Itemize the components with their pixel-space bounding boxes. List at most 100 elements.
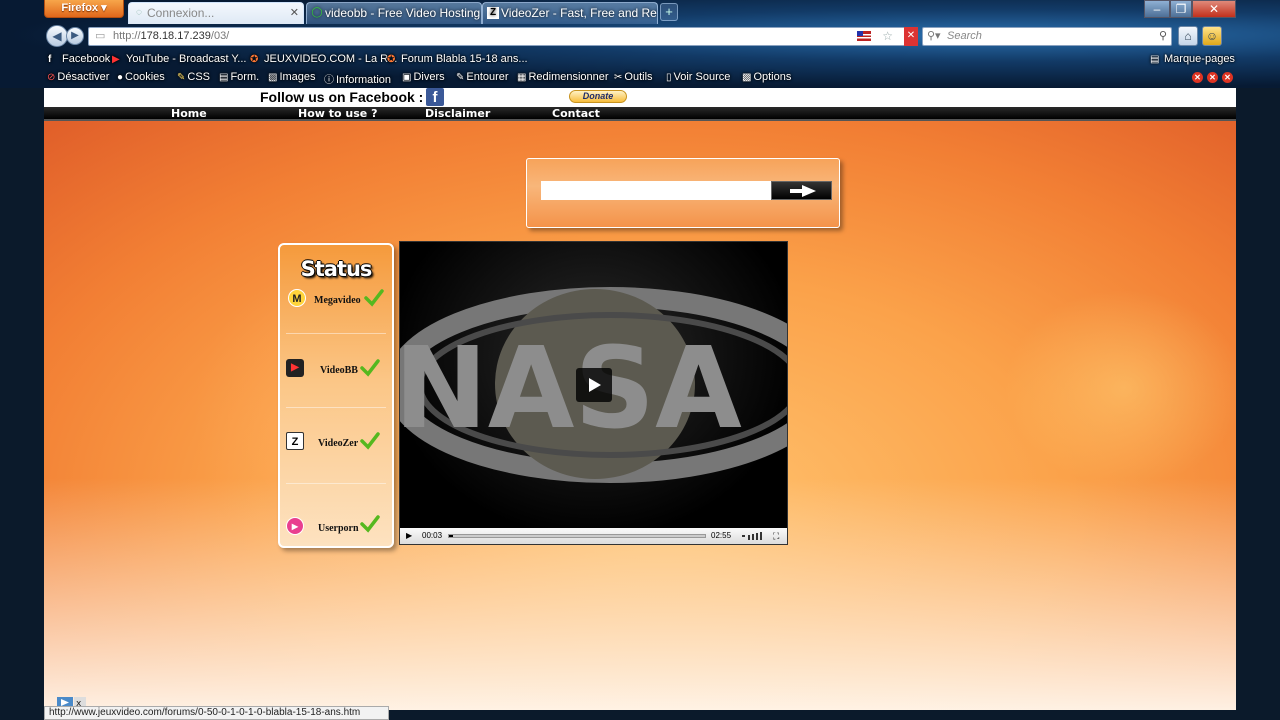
- toolbar-label: CSS: [187, 71, 211, 83]
- tab-videobb[interactable]: ◯ videobb - Free Video Hosting...: [306, 2, 482, 24]
- search-placeholder: Search: [947, 30, 982, 42]
- facebook-bar: Follow us on Facebook : f Donate: [44, 88, 1236, 107]
- search-icon[interactable]: ⚲: [1159, 28, 1167, 45]
- fullscreen-icon[interactable]: ⛶: [773, 528, 779, 544]
- tab-title: Connexion...: [147, 6, 215, 20]
- bookmarks-menu[interactable]: ▤ Marque-pages: [1150, 53, 1235, 65]
- player-controls: ▶ 00:03 02:55 ⛶: [400, 528, 787, 544]
- close-tab-icon[interactable]: ✕: [290, 3, 299, 23]
- host-row-videozer: Z VideoZer: [280, 432, 392, 462]
- home-button[interactable]: ⌂: [1178, 26, 1198, 46]
- webdev-outline[interactable]: ✎ Entourer: [456, 71, 509, 83]
- back-arrow-icon: ◀: [52, 29, 62, 43]
- webdev-form[interactable]: ▤ Form.: [219, 71, 259, 83]
- info-icon: ⓘ: [324, 75, 334, 86]
- tools-icon: ✂: [614, 72, 623, 83]
- video-frame[interactable]: NASA: [400, 242, 787, 528]
- check-icon: [360, 359, 380, 377]
- smiley-icon: ☺: [1205, 29, 1219, 43]
- host-name: VideoZer: [318, 438, 359, 449]
- videozer-icon: Z: [487, 7, 499, 19]
- window-right-margin: [1236, 88, 1280, 720]
- host-row-videobb: ▶ VideoBB: [280, 359, 392, 389]
- webdev-cookies[interactable]: ● Cookies: [117, 71, 165, 83]
- donate-button[interactable]: Donate: [569, 90, 627, 103]
- close-toolbar-icon[interactable]: ✕: [1222, 72, 1233, 83]
- tab-title: VideoZer - Fast, Free and Reli...: [501, 6, 658, 20]
- addon-status-icons[interactable]: x: [57, 695, 87, 709]
- toolbar-label: Désactiver: [57, 71, 110, 83]
- bookmark-forum[interactable]: ✪ Forum Blabla 15-18 ans...: [387, 53, 528, 65]
- toolbar-label: Images: [279, 71, 316, 83]
- host-status-panel: Status M Megavideo ▶ VideoBB Z VideoZer …: [278, 243, 394, 548]
- videobb-icon: ◯: [311, 7, 323, 18]
- divider: [286, 333, 386, 334]
- tab-bar: Firefox ▾ ◌ Connexion... ✕ ◯ videobb - F…: [0, 0, 1280, 24]
- new-tab-button[interactable]: +: [660, 3, 678, 21]
- videozer-icon: Z: [286, 432, 304, 450]
- warning-icon[interactable]: ✕: [1207, 72, 1218, 83]
- bookmark-jeuxvideo[interactable]: ✪ JEUXVIDEO.COM - La R...: [250, 53, 397, 65]
- bookmark-facebook[interactable]: f Facebook: [48, 53, 110, 65]
- menu-disclaimer[interactable]: Disclaimer: [425, 107, 490, 121]
- minimize-button[interactable]: –: [1144, 0, 1170, 18]
- webdev-view-source[interactable]: ▯ Voir Source: [666, 71, 730, 83]
- submit-button[interactable]: [771, 181, 832, 200]
- bookmark-label: JEUXVIDEO.COM - La R...: [264, 53, 398, 65]
- webdev-information[interactable]: ⓘ Information: [324, 71, 391, 86]
- webdev-tools[interactable]: ✂ Outils: [614, 71, 653, 83]
- addon-button[interactable]: ☺: [1202, 26, 1222, 46]
- error-icon[interactable]: ✕: [1192, 72, 1203, 83]
- search-engine-icon[interactable]: ⚲▾: [927, 28, 941, 45]
- toolbar-label: Voir Source: [673, 71, 731, 83]
- current-time: 00:03: [422, 531, 443, 540]
- nasa-watermark: NASA: [400, 324, 742, 454]
- bookmark-youtube[interactable]: ▶ YouTube - Broadcast Y...: [112, 53, 246, 65]
- menu-how-to-use[interactable]: How to use ?: [298, 107, 377, 121]
- tab-connexion[interactable]: ◌ Connexion... ✕: [128, 2, 304, 24]
- webdev-images[interactable]: ▧ Images: [268, 71, 316, 83]
- webdev-css[interactable]: ✎ CSS: [177, 71, 210, 83]
- toolbar-label: Outils: [624, 71, 653, 83]
- window-left-margin: [0, 88, 44, 720]
- check-icon: [364, 289, 384, 307]
- video-player[interactable]: NASA ▶ 00:03 02:55 ⛶: [399, 241, 788, 545]
- tab-title: videobb - Free Video Hosting...: [325, 6, 482, 20]
- firefox-menu-label: Firefox: [61, 2, 99, 14]
- webdev-resize[interactable]: ▦ Redimensionner: [517, 71, 609, 83]
- menu-contact[interactable]: Contact: [552, 107, 600, 121]
- play-button[interactable]: ▶: [406, 528, 412, 544]
- webdev-disable[interactable]: ⊘ Désactiver: [47, 71, 109, 83]
- home-icon: ⌂: [1184, 29, 1192, 43]
- address-bar[interactable]: ▭ http://178.18.17.239/03/ ☆ ✕: [88, 27, 918, 46]
- maximize-button[interactable]: ❐: [1170, 0, 1192, 18]
- web-developer-toolbar: ⊘ Désactiver ● Cookies ✎ CSS ▤ Form. ▧ Images…: [0, 70, 1280, 87]
- toolbar-label: Entourer: [466, 71, 509, 83]
- window-close-button[interactable]: ✕: [1192, 0, 1236, 18]
- bookmarks-menu-icon: ▤: [1150, 54, 1160, 65]
- check-icon: [360, 515, 380, 533]
- stop-icon[interactable]: ✕: [904, 27, 918, 46]
- browser-search-box[interactable]: ⚲▾ Search ⚲: [922, 27, 1172, 46]
- toolbar-label: Options: [753, 71, 792, 83]
- back-button[interactable]: ◀: [46, 25, 68, 47]
- webdev-options[interactable]: ▩ Options: [742, 71, 791, 83]
- toolbar-label: Information: [336, 74, 392, 86]
- site-menu: Home How to use ? Disclaimer Contact: [44, 107, 1236, 121]
- images-icon: ▧: [268, 72, 278, 83]
- video-url-input[interactable]: [541, 181, 773, 200]
- videobb-icon: ▶: [286, 359, 304, 377]
- forward-button[interactable]: ▶: [66, 27, 84, 45]
- bookmark-label: YouTube - Broadcast Y...: [126, 53, 247, 65]
- facebook-icon[interactable]: f: [426, 88, 444, 106]
- bookmark-star-icon[interactable]: ☆: [882, 28, 893, 45]
- webdev-misc[interactable]: ▣ Divers: [402, 71, 445, 83]
- volume-icon[interactable]: [742, 532, 764, 540]
- megavideo-icon: M: [288, 289, 306, 307]
- tab-videozer[interactable]: Z VideoZer - Fast, Free and Reli...: [482, 2, 658, 24]
- menu-home[interactable]: Home: [171, 107, 207, 121]
- play-icon[interactable]: [576, 368, 612, 402]
- seek-bar[interactable]: [448, 534, 706, 538]
- firefox-menu-button[interactable]: Firefox ▾: [44, 0, 124, 18]
- disable-icon: ⊘: [47, 72, 56, 83]
